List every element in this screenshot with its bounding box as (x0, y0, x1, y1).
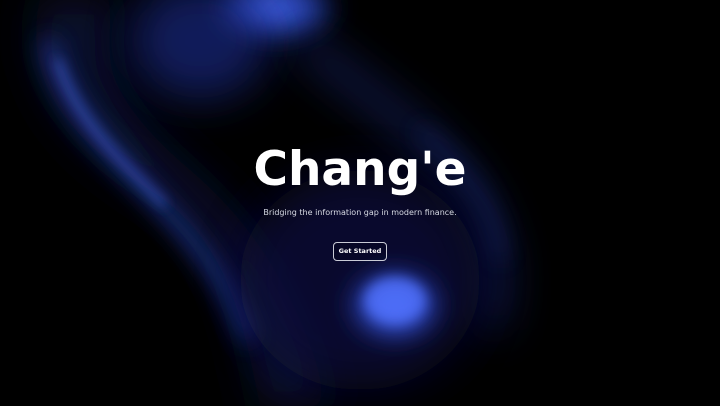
hero-section: Chang'e Bridging the information gap in … (0, 0, 720, 406)
get-started-button[interactable]: Get Started (333, 242, 387, 261)
hero-subtitle: Bridging the information gap in modern f… (263, 208, 457, 217)
hero-title: Chang'e (253, 142, 467, 197)
hero-content: Chang'e Bridging the information gap in … (0, 0, 720, 406)
